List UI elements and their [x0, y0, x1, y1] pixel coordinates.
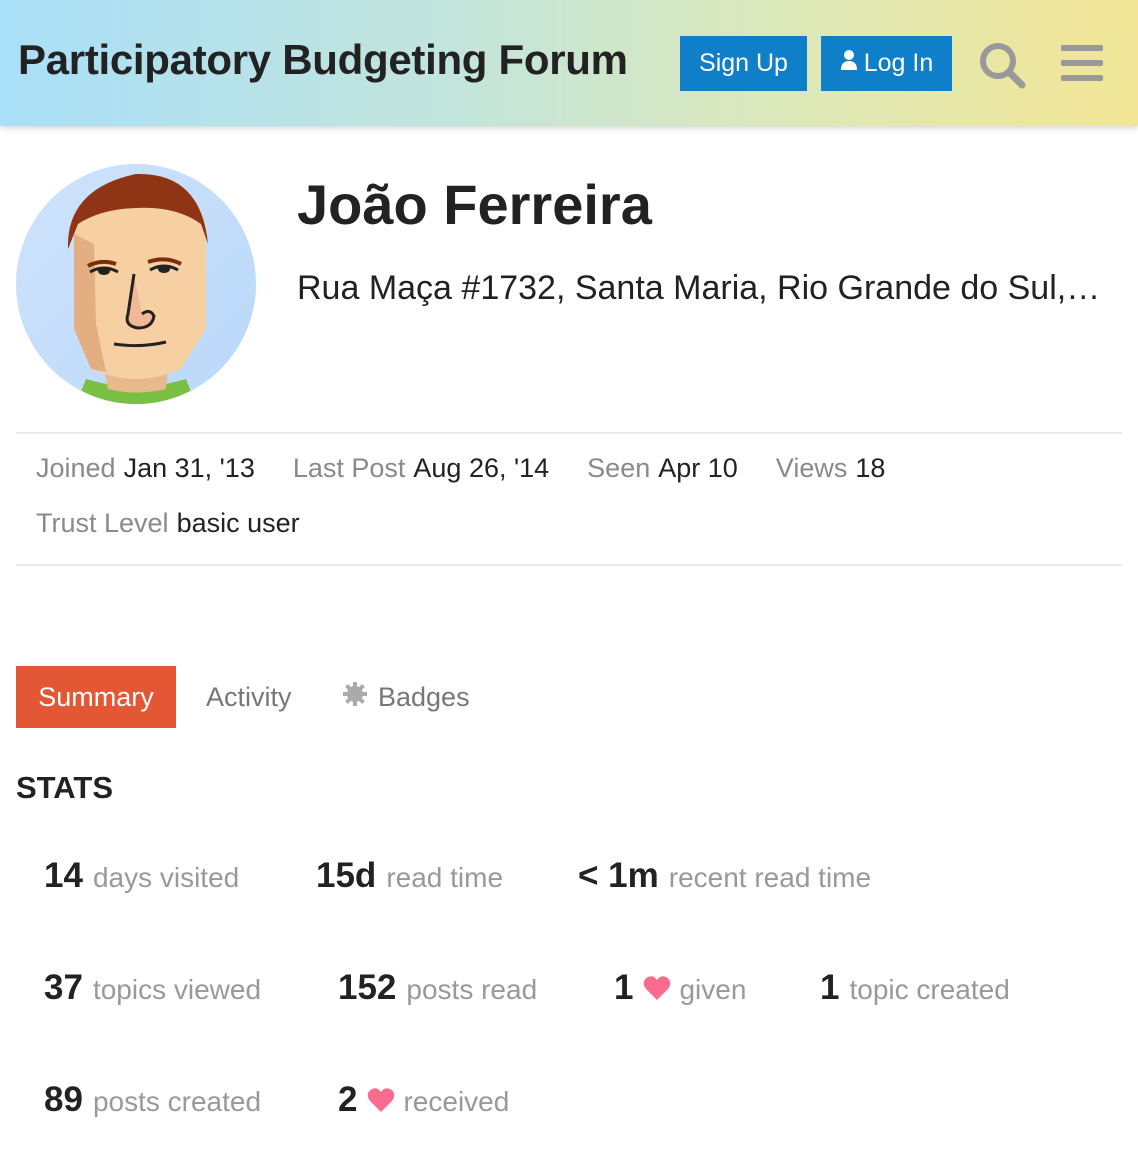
stat-posts-read: 152 posts read — [338, 968, 537, 1008]
tab-activity[interactable]: Activity — [206, 666, 292, 728]
trust-level-label: Trust Level — [36, 508, 169, 538]
joined-label: Joined — [36, 453, 116, 483]
stat-value: 1 — [614, 968, 634, 1007]
stat-days-visited: 14 days visited — [44, 856, 239, 896]
last-post-value[interactable]: Aug 26, '14 — [413, 453, 549, 483]
stat-label: posts read — [406, 974, 538, 1005]
tab-badges-label: Badges — [378, 681, 470, 712]
stat-recent-read-time: < 1m recent read time — [578, 856, 871, 896]
avatar[interactable] — [16, 164, 256, 404]
stat-label: read time — [386, 862, 504, 893]
stat-likes-received: 2 received — [338, 1080, 509, 1120]
user-name: João Ferreira — [297, 173, 652, 236]
sign-up-button[interactable]: Sign Up — [680, 36, 807, 91]
seen-meta: Seen Apr 10 — [587, 453, 738, 484]
heart-icon — [643, 975, 671, 1001]
trust-level-row: Trust Level basic user — [36, 508, 300, 539]
seen-label: Seen — [587, 453, 651, 483]
views-meta: Views 18 — [776, 453, 886, 484]
stat-label: topics viewed — [92, 974, 262, 1005]
stats-heading: STATS — [16, 770, 114, 805]
last-post-label: Last Post — [292, 453, 406, 483]
stat-value: 152 — [338, 968, 397, 1007]
search-icon[interactable] — [977, 40, 1027, 90]
divider — [16, 432, 1122, 434]
site-header: Participatory Budgeting Forum Sign Up Lo… — [0, 0, 1138, 126]
site-title[interactable]: Participatory Budgeting Forum — [18, 36, 628, 84]
menu-icon[interactable] — [1059, 43, 1105, 83]
stat-label: topic created — [849, 974, 1010, 1005]
stat-likes-given: 1 given — [614, 968, 746, 1008]
stat-value: 2 — [338, 1080, 358, 1119]
tab-activity-label: Activity — [206, 681, 292, 712]
views-value: 18 — [855, 453, 886, 483]
last-post-meta: Last Post Aug 26, '14 — [293, 453, 549, 484]
stat-value: 15d — [316, 856, 377, 895]
tab-summary-label: Summary — [38, 681, 154, 712]
stat-topics-created: 1 topic created — [820, 968, 1010, 1008]
stat-label: days visited — [92, 862, 240, 893]
stat-label: recent read time — [668, 862, 872, 893]
badge-icon — [342, 681, 368, 714]
stat-value: 89 — [44, 1080, 83, 1119]
user-icon — [840, 49, 858, 78]
stat-posts-created: 89 posts created — [44, 1080, 261, 1120]
joined-meta: Joined Jan 31, '13 — [36, 453, 255, 484]
stat-value: 1 — [820, 968, 840, 1007]
sign-up-label: Sign Up — [699, 49, 788, 77]
stat-read-time: 15d read time — [316, 856, 503, 896]
stat-label: received — [403, 1086, 510, 1117]
user-location: Rua Maça #1732, Santa Maria, Rio Grande … — [297, 269, 1107, 307]
stat-value: 14 — [44, 856, 83, 895]
stat-label: posts created — [92, 1086, 262, 1117]
log-in-button[interactable]: Log In — [821, 36, 952, 91]
views-label: Views — [775, 453, 848, 483]
stat-label: given — [679, 974, 747, 1005]
user-meta-row: Joined Jan 31, '13 Last Post Aug 26, '14 S… — [36, 453, 923, 484]
joined-value: Jan 31, '13 — [123, 453, 255, 483]
heart-icon — [367, 1087, 395, 1113]
tab-badges[interactable]: Badges — [342, 666, 470, 728]
stat-value: < 1m — [578, 856, 659, 895]
log-in-label: Log In — [863, 49, 934, 77]
seen-value: Apr 10 — [658, 453, 738, 483]
divider — [16, 564, 1122, 566]
tab-summary[interactable]: Summary — [16, 666, 176, 728]
stat-value: 37 — [44, 968, 83, 1007]
trust-level-value: basic user — [176, 508, 300, 538]
stat-topics-viewed: 37 topics viewed — [44, 968, 261, 1008]
